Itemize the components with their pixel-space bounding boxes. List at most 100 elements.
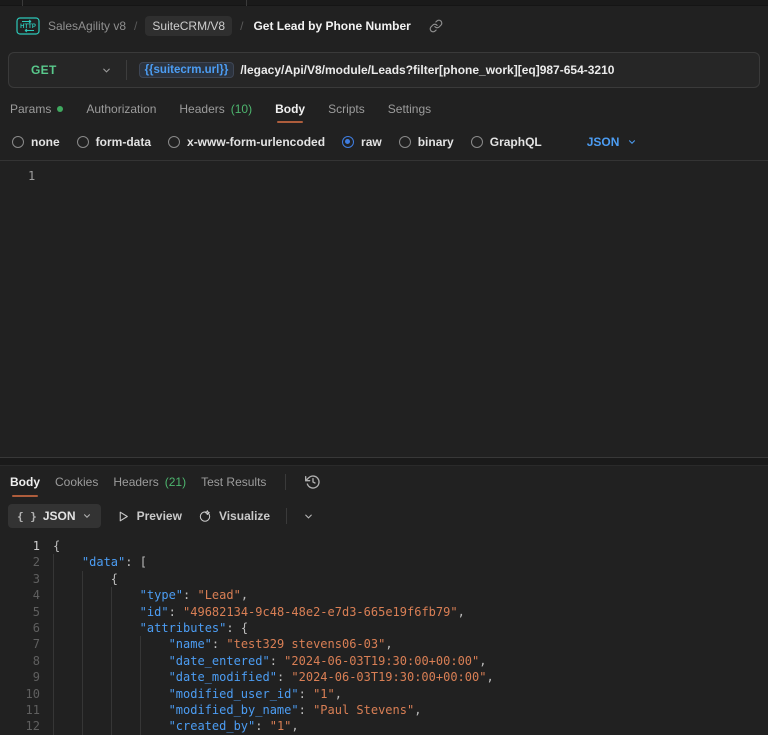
preview-button[interactable]: Preview	[117, 509, 182, 523]
body-type-radio-form-data[interactable]: form-data	[76, 135, 152, 149]
response-tab-body[interactable]: Body	[10, 466, 40, 498]
code-line: 12 "created_by": "1",	[0, 718, 768, 735]
request-tab-body[interactable]: Body	[275, 94, 305, 124]
request-tab-authorization[interactable]: Authorization	[86, 94, 156, 124]
response-tab-cookies[interactable]: Cookies	[55, 466, 98, 498]
line-number: 11	[25, 702, 40, 717]
radio-circle-icon	[168, 136, 181, 148]
line-number: 10	[25, 686, 40, 701]
indent-guide	[81, 619, 111, 637]
request-title[interactable]: Get Lead by Phone Number	[253, 19, 410, 33]
raw-language-label: JSON	[586, 135, 620, 149]
body-type-radio-raw[interactable]: raw	[342, 135, 382, 149]
indent-guide	[53, 718, 82, 735]
request-tab-settings[interactable]: Settings	[388, 94, 431, 124]
line-number: 3	[32, 571, 40, 586]
breadcrumb-separator: /	[134, 19, 138, 33]
json-key: "name"	[168, 637, 212, 652]
breadcrumb-folder[interactable]: SuiteCRM/V8	[145, 16, 233, 36]
json-punctuation: :	[183, 588, 198, 603]
indent-guide	[81, 636, 111, 653]
response-tab-test-results[interactable]: Test Results	[201, 466, 266, 498]
body-type-label: form-data	[95, 135, 152, 149]
chevron-down-icon[interactable]	[101, 65, 112, 76]
radio-circle-icon	[470, 136, 483, 148]
indent-guide	[81, 587, 111, 604]
response-tab-label: Test Results	[201, 475, 267, 489]
json-string: "1"	[313, 686, 335, 701]
editor-line-number: 1	[28, 169, 36, 183]
json-key: "date_entered"	[168, 653, 270, 668]
breadcrumb-separator: /	[240, 19, 244, 33]
response-format-dropdown[interactable]: { } JSON	[8, 504, 101, 528]
body-type-radio-none[interactable]: none	[12, 135, 60, 149]
request-tab-label: Authorization	[86, 102, 157, 116]
http-request-icon: HTTP	[16, 17, 40, 35]
request-tab-headers[interactable]: Headers (10)	[179, 94, 252, 124]
tab-edge-divider	[22, 0, 23, 6]
history-icon[interactable]	[305, 474, 321, 490]
indent-guide	[81, 701, 111, 719]
json-string: "2024-06-03T19:30:00+00:00"	[291, 670, 487, 685]
json-string: "test329 stevens06-03"	[226, 637, 386, 652]
raw-language-dropdown[interactable]: JSON	[587, 135, 638, 149]
json-key: "created_by"	[168, 719, 256, 734]
response-body-viewer[interactable]: 1{2 "data": [3{4 "type": "Lead", 5 "id": "49…	[0, 534, 768, 735]
json-punctuation: ,	[486, 670, 494, 685]
api-client-window: HTTP SalesAgility v8 / SuiteCRM/V8 / Get…	[0, 0, 768, 735]
body-type-label: GraphQL	[489, 135, 542, 149]
json-punctuation: : [	[125, 555, 147, 570]
toolbar-divider	[286, 508, 288, 524]
indent-guide	[110, 603, 140, 620]
json-key: "modified_user_id"	[168, 686, 299, 701]
pane-resize-handle[interactable]	[0, 457, 768, 466]
method-selector[interactable]: GET	[9, 63, 57, 77]
request-tab-scripts[interactable]: Scripts	[328, 94, 365, 124]
chevron-down-icon[interactable]	[303, 511, 314, 522]
code-line: 8 "date_entered": "2024-06-03T19:30:00+00…	[0, 652, 768, 670]
url-variable-chip[interactable]: {{suitecrm.url}}	[138, 62, 235, 78]
code-content: "data": [	[53, 554, 147, 571]
body-type-radio-graphql[interactable]: GraphQL	[470, 135, 542, 149]
code-content: "name": "test329 stevens06-03",	[53, 636, 393, 653]
line-number: 4	[32, 588, 40, 603]
code-line: 1{	[0, 538, 768, 554]
breadcrumb: HTTP SalesAgility v8 / SuiteCRM/V8 / Get…	[0, 6, 768, 46]
indent-guide	[53, 570, 82, 588]
line-number: 6	[32, 620, 40, 635]
json-punctuation: ,	[385, 637, 393, 652]
window-top-strip	[0, 0, 768, 6]
share-link-icon[interactable]	[429, 19, 443, 33]
response-tab-headers[interactable]: Headers (21)	[113, 466, 186, 498]
code-line: 7 "name": "test329 stevens06-03",	[0, 636, 768, 653]
json-punctuation: ,	[457, 604, 465, 619]
json-punctuation: ,	[240, 588, 249, 603]
line-number: 8	[32, 653, 40, 668]
indent-guide	[53, 554, 82, 571]
indent-guide	[139, 685, 169, 702]
braces-icon: { }	[17, 509, 37, 523]
response-tabs-divider	[285, 474, 287, 490]
request-body-editor[interactable]: 1	[0, 160, 768, 457]
magic-wand-icon	[198, 509, 212, 523]
visualize-button[interactable]: Visualize	[198, 509, 270, 523]
breadcrumb-collection[interactable]: SalesAgility v8	[48, 19, 126, 33]
indent-guide	[81, 570, 111, 588]
request-tab-params[interactable]: Params	[10, 94, 64, 124]
json-string: "Paul Stevens"	[313, 702, 415, 717]
code-content: {	[53, 538, 60, 554]
code-line: 4 "type": "Lead",	[0, 587, 768, 604]
line-number: 2	[32, 555, 40, 570]
body-type-radio-x-www-form-urlencoded[interactable]: x-www-form-urlencoded	[168, 135, 325, 149]
json-key: "data"	[81, 555, 126, 570]
chevron-down-icon	[82, 511, 92, 521]
json-key: "date_modified"	[168, 670, 277, 685]
line-number: 7	[32, 637, 40, 652]
indent-guide	[53, 587, 82, 604]
indent-guide	[53, 636, 82, 653]
request-tab-label: Settings	[387, 102, 432, 116]
url-divider	[125, 60, 127, 80]
url-input[interactable]: /legacy/Api/V8/module/Leads?filter[phone…	[240, 63, 614, 77]
body-type-radio-binary[interactable]: binary	[398, 135, 454, 149]
json-string: "49682134-9c48-48e2-e7d3-665e19f6fb79"	[183, 604, 458, 619]
